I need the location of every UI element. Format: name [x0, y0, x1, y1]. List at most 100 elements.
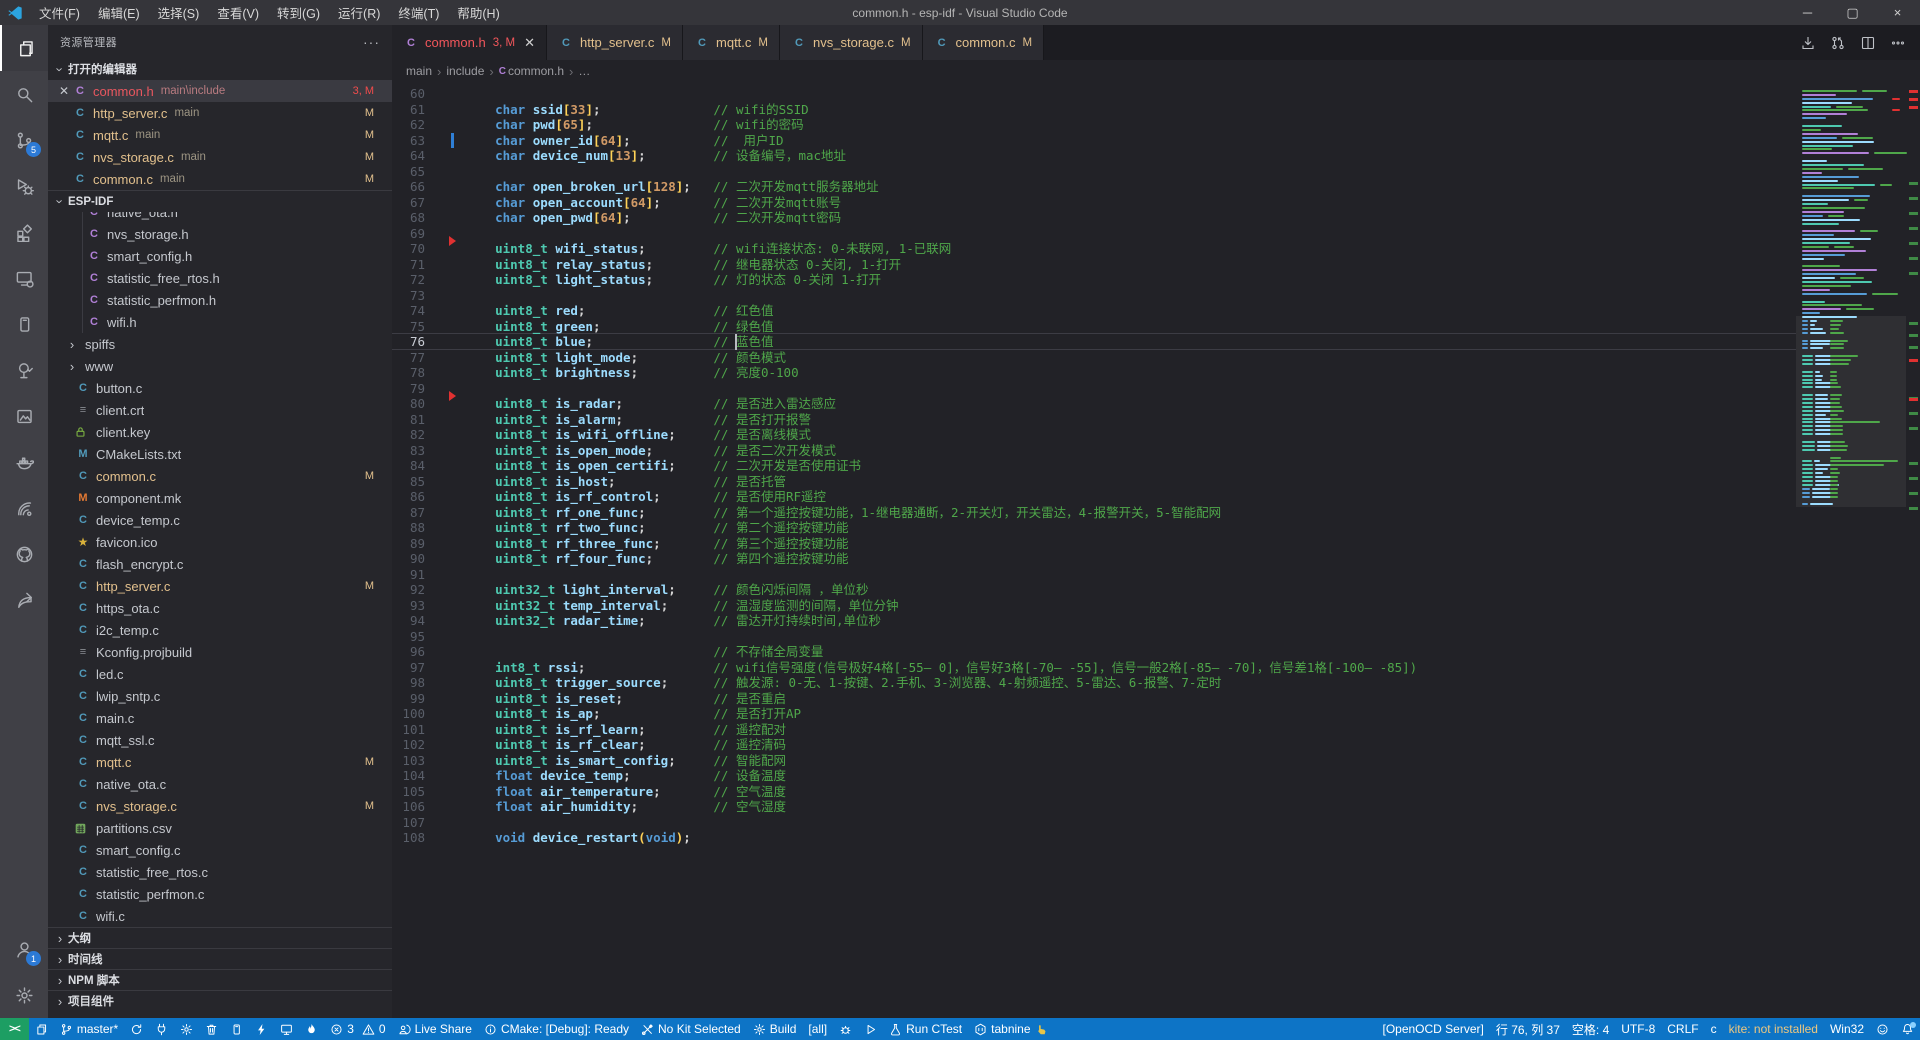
open-editor-http_server.c[interactable]: Chttp_server.cmainM: [48, 102, 392, 124]
tree-item-flash_encrypt.c[interactable]: Cflash_encrypt.c: [48, 553, 392, 575]
activity-item-settings[interactable]: [0, 972, 48, 1018]
status-cmake-launch[interactable]: [858, 1018, 883, 1040]
tab-http_server.c[interactable]: Chttp_server.cM: [547, 25, 683, 60]
code-line-83[interactable]: 83 uint8_t is_open_mode; // 是否二次开发模式: [392, 443, 1796, 459]
activity-item-account[interactable]: 1: [0, 926, 48, 972]
status-idf-debug[interactable]: [299, 1018, 324, 1040]
code-line-76[interactable]: 76 uint8_t blue; // 蓝色值: [392, 334, 1796, 350]
open-editor-mqtt.c[interactable]: Cmqtt.cmainM: [48, 124, 392, 146]
status-idf-flash[interactable]: [249, 1018, 274, 1040]
section-项目组件[interactable]: ›项目组件: [48, 990, 392, 1011]
remote-indicator[interactable]: ><: [0, 1018, 29, 1040]
open-editors-header[interactable]: › 打开的编辑器: [48, 58, 392, 80]
status-indentation[interactable]: 空格: 4: [1566, 1018, 1615, 1040]
status-eol[interactable]: CRLF: [1661, 1018, 1704, 1040]
code-line-81[interactable]: 81 uint8_t is_alarm; // 是否打开报警: [392, 412, 1796, 428]
code-line-100[interactable]: 100 uint8_t is_ap; // 是否打开AP: [392, 706, 1796, 722]
split-editor-icon[interactable]: [1860, 35, 1876, 51]
menu-5[interactable]: 运行(R): [329, 3, 389, 22]
tab-common.c[interactable]: Ccommon.cM: [923, 25, 1045, 60]
code-line-67[interactable]: 67 char open_account[64]; // 二次开发mqtt账号: [392, 195, 1796, 211]
tree-item-led.c[interactable]: Cled.c: [48, 663, 392, 685]
menu-bar[interactable]: 文件(F)编辑(E)选择(S)查看(V)转到(G)运行(R)终端(T)帮助(H): [30, 3, 509, 22]
maximize-icon[interactable]: ▢: [1830, 0, 1875, 25]
tree-item-CMakeLists.txt[interactable]: MCMakeLists.txt: [48, 443, 392, 465]
code-line-69[interactable]: 69: [392, 226, 1796, 242]
menu-2[interactable]: 选择(S): [149, 3, 209, 22]
tree-item-wifi.h[interactable]: Cwifi.h: [48, 311, 392, 333]
tree-item-wifi.c[interactable]: Cwifi.c: [48, 905, 392, 927]
tab-common.h[interactable]: Ccommon.h3, M✕: [392, 25, 547, 60]
code-line-77[interactable]: 77 uint8_t light_mode; // 颜色模式: [392, 350, 1796, 366]
tree-item-favicon.ico[interactable]: ★favicon.ico: [48, 531, 392, 553]
breadcrumb[interactable]: main›include›Ccommon.h›…: [392, 60, 1920, 82]
tree-item-https_ota.c[interactable]: Chttps_ota.c: [48, 597, 392, 619]
activity-item-extensions[interactable]: [0, 209, 48, 255]
code-line-105[interactable]: 105 float air_temperature; // 空气温度: [392, 784, 1796, 800]
tree-item-smart_config.c[interactable]: Csmart_config.c: [48, 839, 392, 861]
code-line-85[interactable]: 85 uint8_t is_host; // 是否托管: [392, 474, 1796, 490]
code-line-82[interactable]: 82 uint8_t is_wifi_offline; // 是否离线模式: [392, 427, 1796, 443]
code-line-99[interactable]: 99 uint8_t is_reset; // 是否重启: [392, 691, 1796, 707]
code-line-84[interactable]: 84 uint8_t is_open_certifi; // 二次开发是否使用证…: [392, 458, 1796, 474]
section-时间线[interactable]: ›时间线: [48, 948, 392, 969]
code-line-106[interactable]: 106 float air_humidity; // 空气湿度: [392, 799, 1796, 815]
code-line-61[interactable]: 61 char ssid[33]; // wifi的SSID: [392, 102, 1796, 118]
code-line-98[interactable]: 98 uint8_t trigger_source; // 触发源: 0-无、1…: [392, 675, 1796, 691]
status-cmake-kit[interactable]: No Kit Selected: [635, 1018, 747, 1040]
window-controls[interactable]: ─ ▢ ×: [1785, 0, 1920, 25]
code-line-86[interactable]: 86 uint8_t is_rf_control; // 是否使用RF遥控: [392, 489, 1796, 505]
close-editor-icon[interactable]: ✕: [56, 84, 72, 98]
status-cmake-build[interactable]: Build: [747, 1018, 803, 1040]
code-line-103[interactable]: 103 uint8_t is_smart_config; // 智能配网: [392, 753, 1796, 769]
open-editor-common.h[interactable]: ✕Ccommon.hmain\include3, M: [48, 80, 392, 102]
activity-item-espressif[interactable]: [0, 485, 48, 531]
code-line-63[interactable]: 63 char owner_id[64]; // 用户ID: [392, 133, 1796, 149]
tab-mqtt.c[interactable]: Cmqtt.cM: [683, 25, 780, 60]
status-encoding[interactable]: UTF-8: [1615, 1018, 1661, 1040]
code-line-104[interactable]: 104 float device_temp; // 设备温度: [392, 768, 1796, 784]
code-line-79[interactable]: 79: [392, 381, 1796, 397]
menu-3[interactable]: 查看(V): [208, 3, 268, 22]
activity-item-live-share[interactable]: [0, 577, 48, 623]
tree-item-main.c[interactable]: Cmain.c: [48, 707, 392, 729]
code-line-94[interactable]: 94 uint32_t radar_time; // 雷达开灯持续时间,单位秒: [392, 613, 1796, 629]
tree-item-common.c[interactable]: Ccommon.cM: [48, 465, 392, 487]
code-line-74[interactable]: 74 uint8_t red; // 红色值: [392, 303, 1796, 319]
open-editor-common.c[interactable]: Ccommon.cmainM: [48, 168, 392, 190]
status-serial-port[interactable]: [149, 1018, 174, 1040]
activity-item-image-preview[interactable]: [0, 393, 48, 439]
code-line-92[interactable]: 92 uint32_t light_interval; // 颜色闪烁间隔 ，单…: [392, 582, 1796, 598]
breadcrumb-item-include[interactable]: include: [446, 64, 484, 78]
activity-item-docker[interactable]: [0, 439, 48, 485]
code-line-97[interactable]: 97 int8_t rssi; // wifi信号强度(信号极好4格[-55— …: [392, 660, 1796, 676]
tree-item-Kconfig.projbuild[interactable]: ≡Kconfig.projbuild: [48, 641, 392, 663]
tree-item-nvs_storage.c[interactable]: Cnvs_storage.cM: [48, 795, 392, 817]
status-problems[interactable]: 30: [324, 1018, 391, 1040]
tree-item-statistic_perfmon.c[interactable]: Cstatistic_perfmon.c: [48, 883, 392, 905]
status-tabnine[interactable]: tabnine: [968, 1018, 1053, 1040]
status-sync[interactable]: [124, 1018, 149, 1040]
status-openocd[interactable]: [OpenOCD Server]: [1376, 1018, 1489, 1040]
close-icon[interactable]: ×: [1875, 0, 1920, 25]
tree-item-client.crt[interactable]: ≡client.crt: [48, 399, 392, 421]
tree-item-smart_config.h[interactable]: Csmart_config.h: [48, 245, 392, 267]
code-line-72[interactable]: 72 uint8_t light_status; // 灯的状态 0-关闭 1-…: [392, 272, 1796, 288]
code-line-62[interactable]: 62 char pwd[65]; // wifi的密码: [392, 117, 1796, 133]
status-idf-device[interactable]: [224, 1018, 249, 1040]
status-cmake-target[interactable]: [all]: [802, 1018, 833, 1040]
status-remote-files[interactable]: [29, 1018, 54, 1040]
breadcrumb-item-…[interactable]: …: [578, 64, 590, 78]
code-line-88[interactable]: 88 uint8_t rf_two_func; // 第二个遥控按键功能: [392, 520, 1796, 536]
code-line-66[interactable]: 66 char open_broken_url[128]; // 二次开发mqt…: [392, 179, 1796, 195]
tree-item-component.mk[interactable]: Mcomponent.mk: [48, 487, 392, 509]
code-line-75[interactable]: 75 uint8_t green; // 绿色值: [392, 319, 1796, 335]
status-idf-settings[interactable]: [174, 1018, 199, 1040]
tree-item-mqtt_ssl.c[interactable]: Cmqtt_ssl.c: [48, 729, 392, 751]
status-language-mode[interactable]: c: [1705, 1018, 1723, 1040]
minimize-icon[interactable]: ─: [1785, 0, 1830, 25]
code-line-73[interactable]: 73: [392, 288, 1796, 304]
code-line-80[interactable]: 80 uint8_t is_radar; // 是否进入雷达感应: [392, 396, 1796, 412]
status-git-branch[interactable]: master*: [54, 1018, 124, 1040]
menu-1[interactable]: 编辑(E): [89, 3, 149, 22]
